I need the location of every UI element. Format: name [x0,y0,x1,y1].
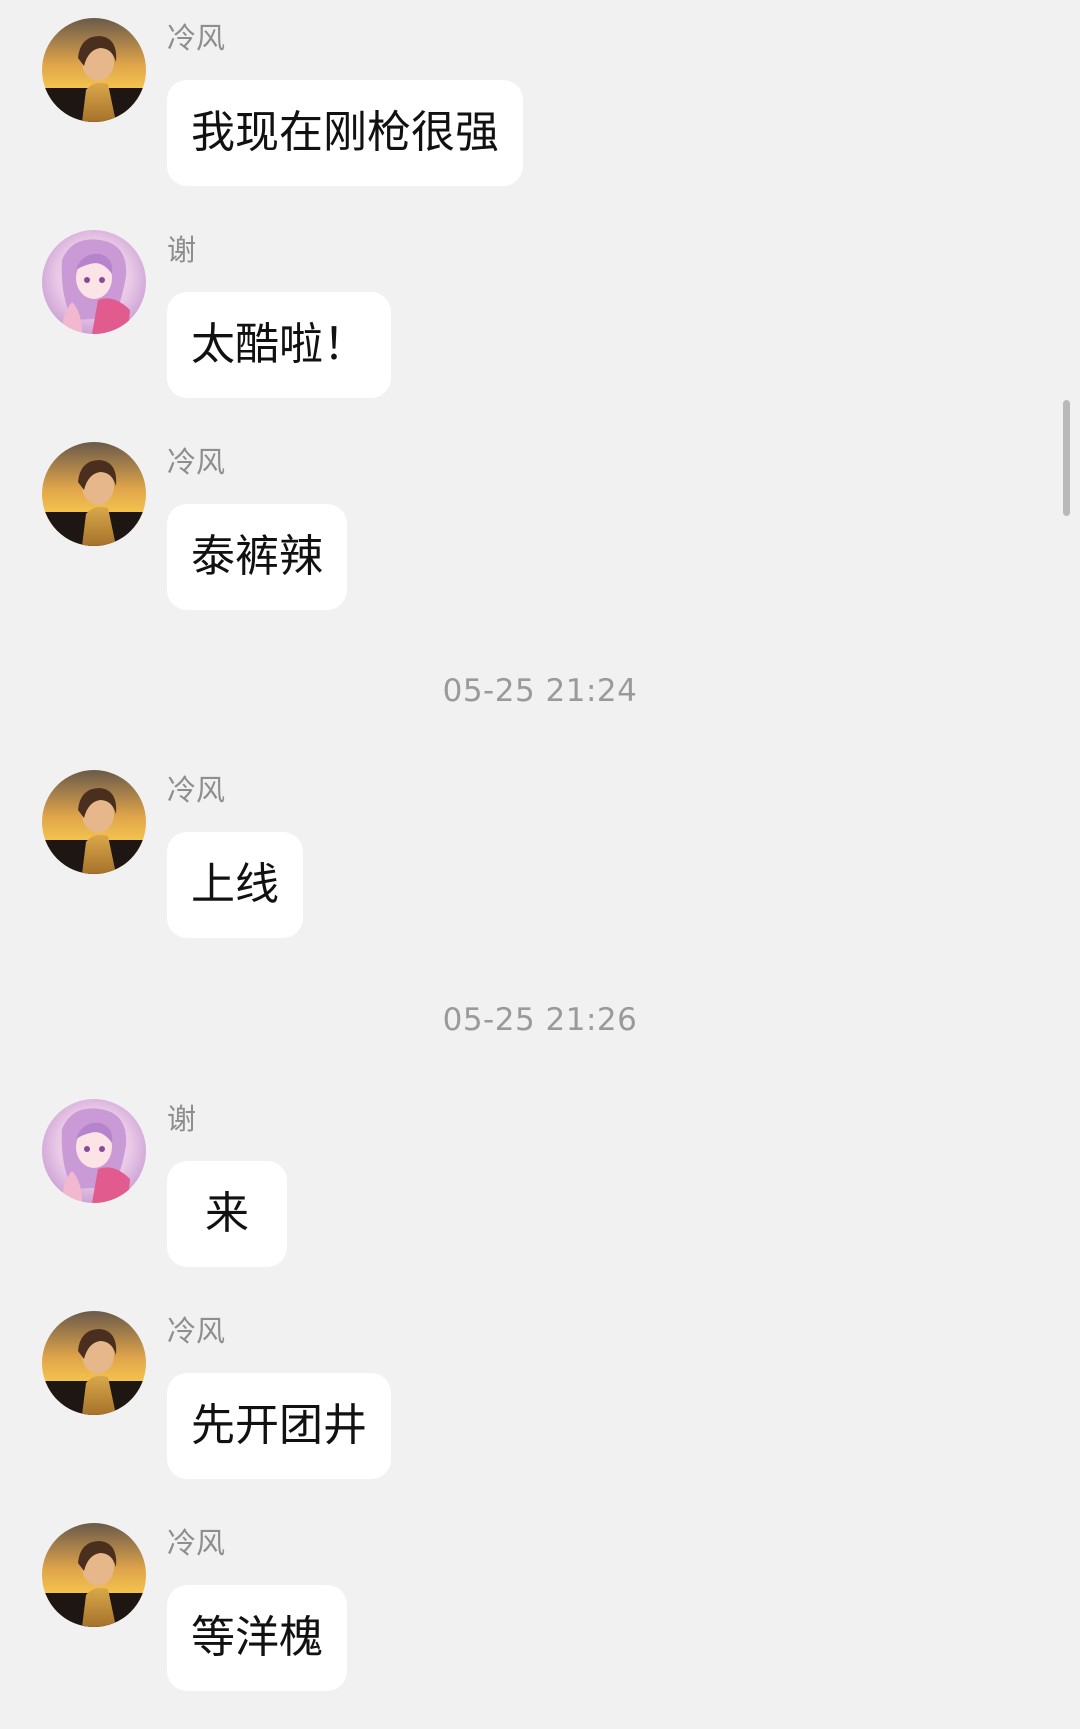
sender-name: 冷风 [167,21,226,55]
sender-name: 谢 [167,1102,197,1136]
avatar[interactable] [42,442,146,546]
avatar[interactable] [42,230,146,334]
sender-name: 冷风 [167,1526,226,1560]
boy-sunset-avatar-icon [42,18,146,122]
sender-name: 冷风 [167,1314,226,1348]
timestamp-divider: 05-25 21:24 [442,673,638,709]
avatar[interactable] [42,1523,146,1627]
boy-sunset-avatar-icon [42,1311,146,1415]
avatar[interactable] [42,770,146,874]
scrollbar[interactable] [1063,400,1070,516]
message-bubble[interactable]: 我现在刚枪很强 [167,80,523,186]
chat-message-list: 冷风 我现在刚枪很强 谢 太酷啦！ 冷风 泰裤辣 05-25 21:24 冷风 … [0,0,1080,1729]
message-bubble[interactable]: 等洋槐 [167,1585,347,1691]
boy-sunset-avatar-icon [42,1523,146,1627]
boy-sunset-avatar-icon [42,770,146,874]
sender-name: 冷风 [167,773,226,807]
message-bubble[interactable]: 先开团井 [167,1373,391,1479]
message-bubble[interactable]: 上线 [167,832,303,938]
message-bubble[interactable]: 来 [167,1161,287,1267]
anime-girl-pink-avatar-icon [42,230,146,334]
avatar[interactable] [42,18,146,122]
boy-sunset-avatar-icon [42,442,146,546]
anime-girl-pink-avatar-icon [42,1099,146,1203]
message-bubble[interactable]: 太酷啦！ [167,292,391,398]
timestamp-divider: 05-25 21:26 [442,1002,638,1038]
avatar[interactable] [42,1099,146,1203]
avatar[interactable] [42,1311,146,1415]
message-bubble[interactable]: 泰裤辣 [167,504,347,610]
sender-name: 冷风 [167,445,226,479]
sender-name: 谢 [167,233,197,267]
